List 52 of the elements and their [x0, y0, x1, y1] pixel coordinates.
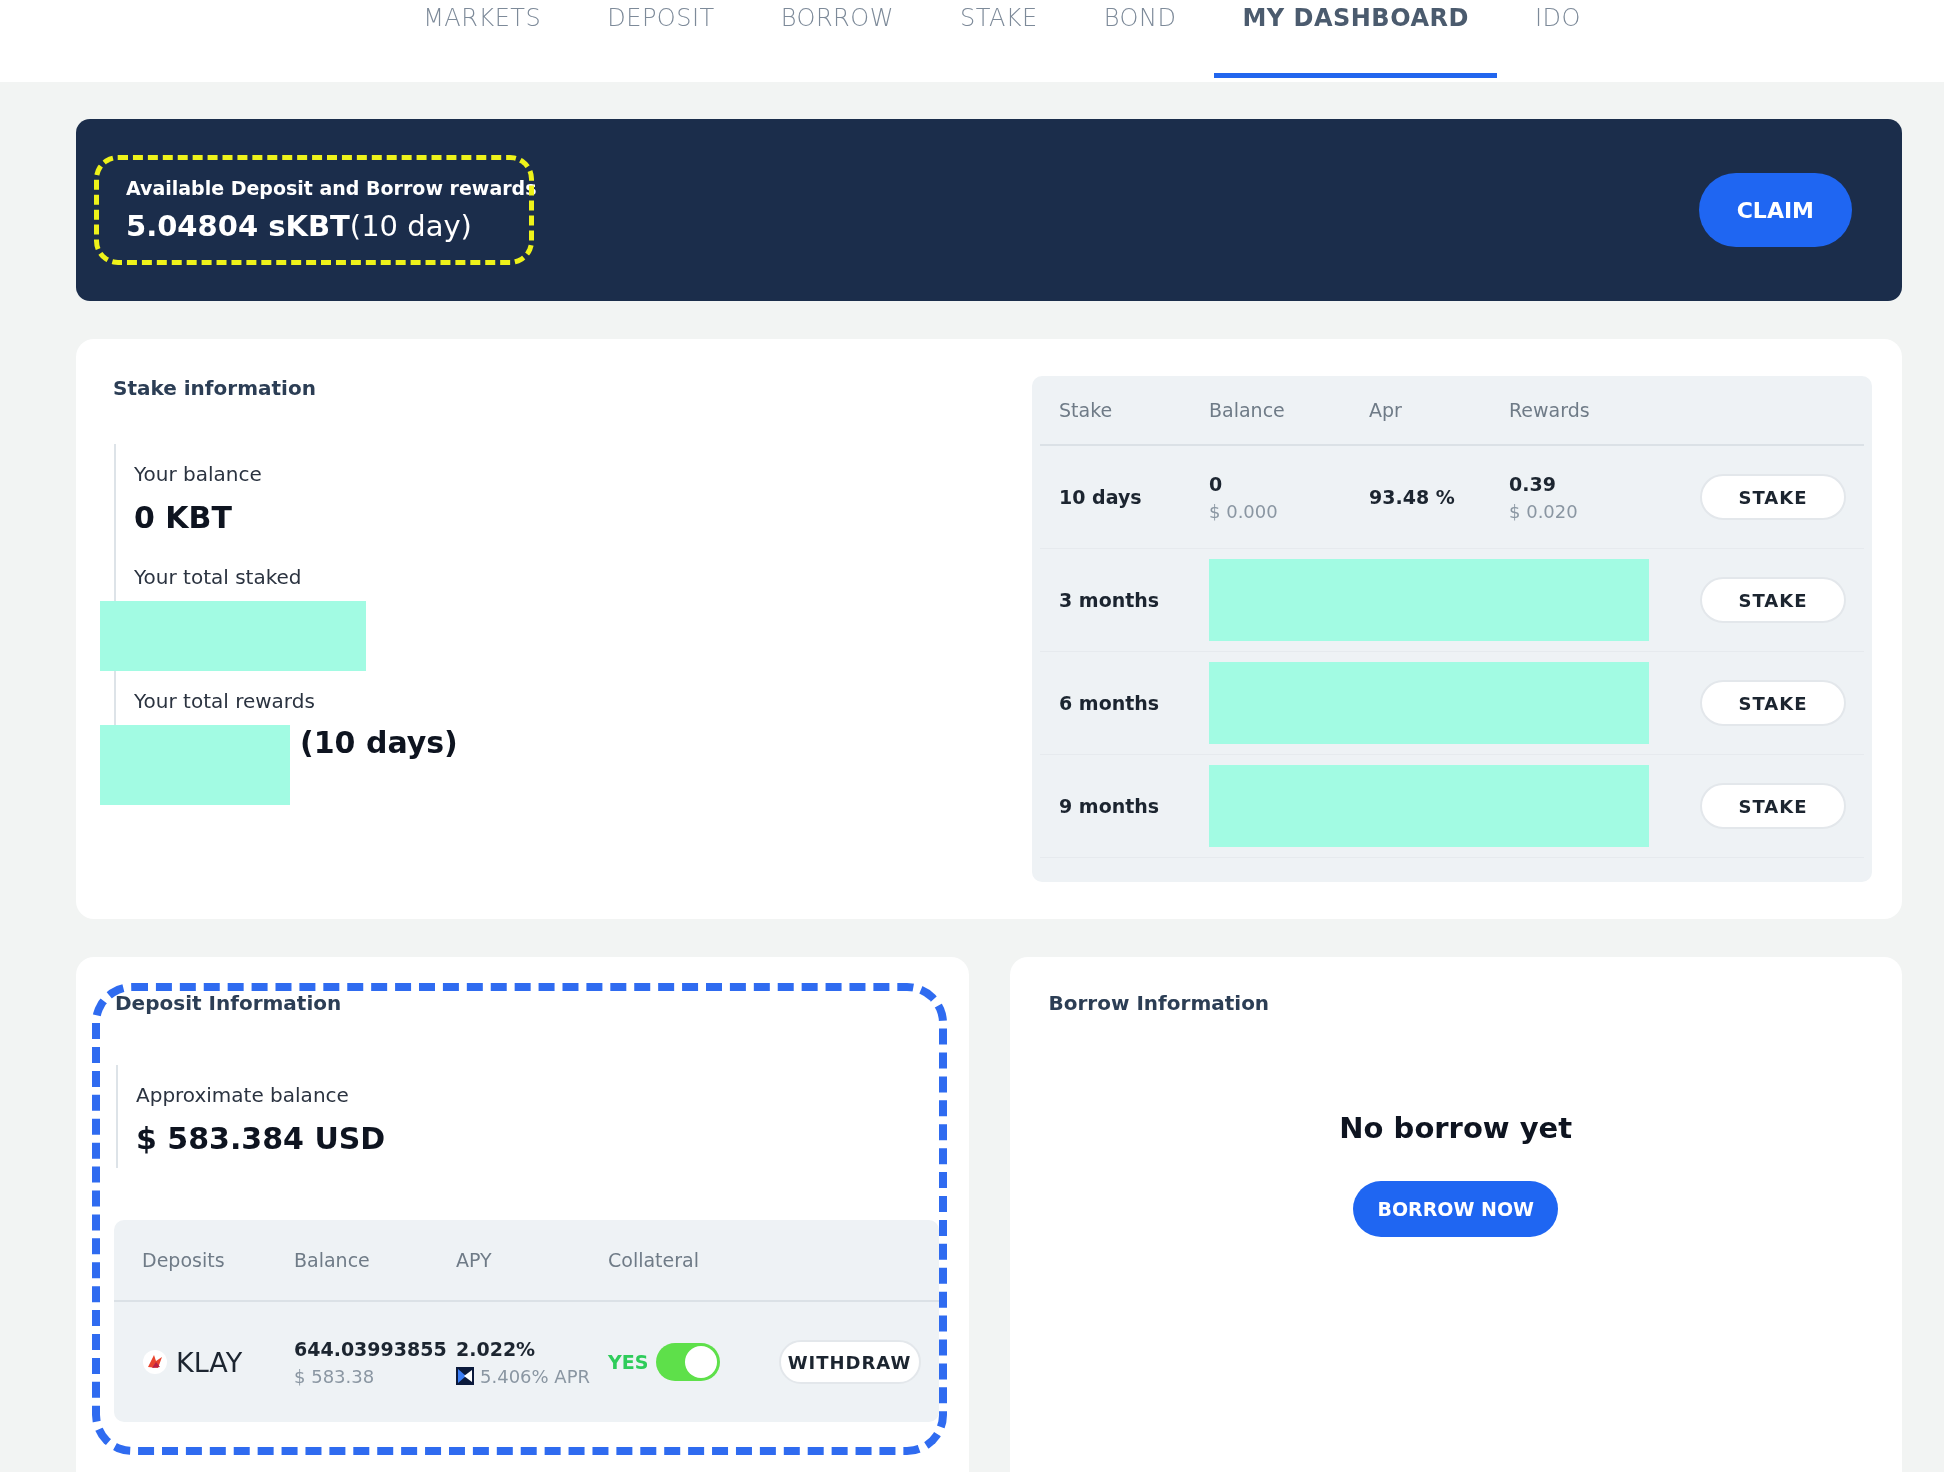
nav-tab[interactable]: MY DASHBOARD	[1214, 0, 1497, 78]
nav-tab[interactable]: DEPOSIT	[579, 0, 743, 78]
table-cell-text: 93.48 %	[1369, 486, 1456, 508]
collateral-toggle[interactable]	[656, 1343, 721, 1381]
info-label: Your total rewards	[134, 689, 316, 713]
table-cell-text: 10 days	[1059, 486, 1143, 508]
stake-button[interactable]: STAKE	[1700, 474, 1846, 520]
card-title: Borrow Information	[1047, 991, 1271, 1015]
table-cell-text: 6 months	[1059, 692, 1161, 714]
column-header: Apr	[1369, 399, 1403, 421]
info-label: Approximate balance	[136, 1083, 350, 1107]
table-cell-text: 0.39	[1509, 472, 1557, 495]
table-cell: 5.406% APR	[480, 1365, 591, 1387]
rewards-amount: 5.04804 sKBT(10 day)	[126, 209, 473, 243]
column-header: Balance	[1209, 399, 1286, 421]
table-cell-text: $ 583.38	[294, 1365, 376, 1387]
coin-logo-icon	[142, 1349, 168, 1375]
stake-button[interactable]: STAKE	[1700, 577, 1846, 623]
table-cell-text: $ 0.020	[1509, 500, 1579, 522]
claim-button[interactable]: CLAIM	[1698, 173, 1852, 247]
info-value: 0 KBT	[134, 500, 233, 535]
nav-tab[interactable]: BORROW	[752, 0, 922, 78]
token-icon	[456, 1367, 474, 1385]
table-cell-text: 644.03993855	[294, 1337, 448, 1360]
nav-tab[interactable]: MARKETS	[395, 0, 570, 78]
info-value: $ 583.384 USD	[136, 1121, 387, 1156]
card-title: Stake information	[112, 376, 317, 400]
info-label: Your balance	[134, 462, 263, 486]
nav-tab[interactable]: IDO	[1506, 0, 1609, 78]
nav-tab[interactable]: BOND	[1075, 0, 1205, 78]
info-value: (10 days)	[300, 725, 458, 760]
column-header: APY	[456, 1249, 493, 1271]
stake-button[interactable]: STAKE	[1700, 783, 1846, 829]
table-cell-text: 0	[1209, 472, 1224, 495]
column-header: Stake	[1059, 399, 1114, 421]
withdraw-button[interactable]: WITHDRAW	[778, 1340, 921, 1384]
column-header: Balance	[294, 1249, 371, 1271]
table-cell-text: 2.022%	[456, 1337, 537, 1360]
card-title: Deposit Information	[114, 991, 343, 1015]
nav-tab[interactable]: STAKE	[931, 0, 1066, 78]
table-cell-text: $ 0.000	[1209, 500, 1279, 522]
stake-button[interactable]: STAKE	[1700, 680, 1846, 726]
info-label: Your total staked	[134, 565, 303, 589]
column-header: Rewards	[1509, 399, 1591, 421]
column-header: Collateral	[608, 1249, 700, 1271]
table-cell-text: 3 months	[1059, 589, 1161, 611]
asset-name: KLAY	[176, 1346, 243, 1378]
column-header: Deposits	[142, 1249, 226, 1271]
empty-message: No borrow yet	[1339, 1111, 1573, 1145]
collateral-label: YES	[608, 1351, 649, 1373]
borrow-now-button[interactable]: BORROW NOW	[1353, 1181, 1559, 1237]
table-cell-text: 9 months	[1059, 795, 1161, 817]
